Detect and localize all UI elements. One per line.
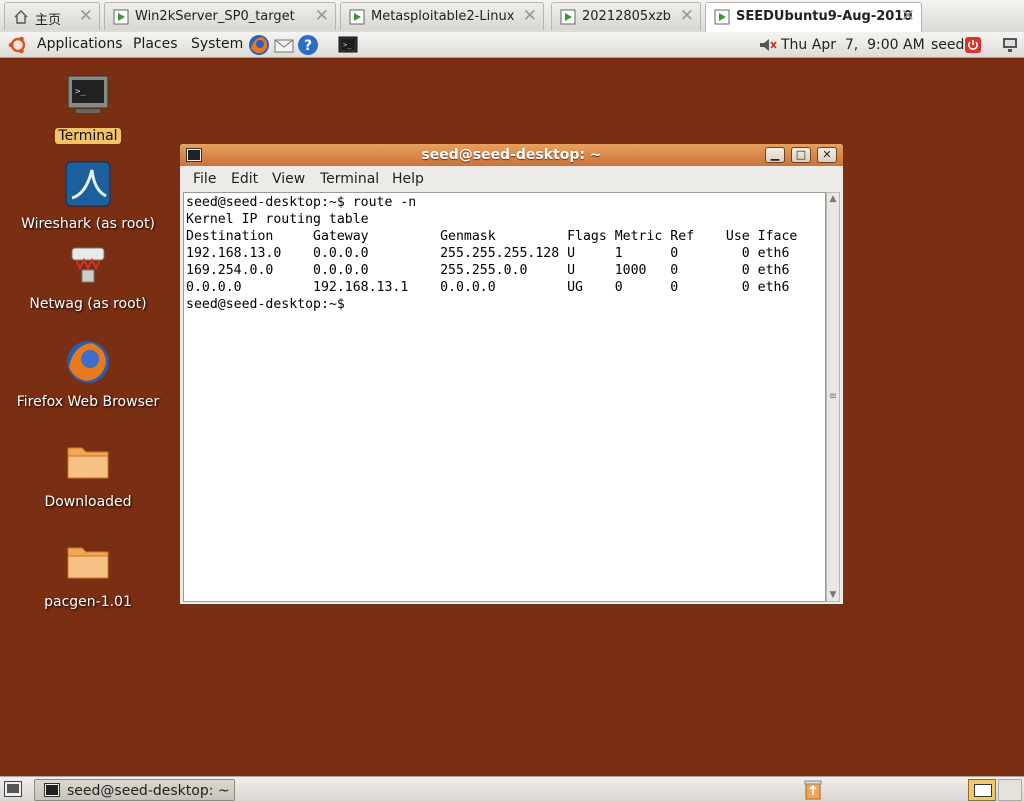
vm-icon [560,9,576,25]
terminal-line: 0.0.0.0 192.168.13.1 0.0.0.0 UG 0 0 0 et… [186,280,790,295]
terminal-icon [44,783,60,797]
scroll-down-arrow-icon[interactable]: ▼ [827,590,839,600]
window-menubar: File Edit View Terminal Help [180,166,843,191]
desktop-icon-label: Firefox Web Browser [16,394,160,410]
panel-user-name[interactable]: seed [931,37,964,53]
menu-system[interactable]: System [191,36,243,52]
vm-icon [113,9,129,25]
close-button[interactable]: ✕ [817,147,837,163]
desktop-icon-firefox[interactable]: Firefox Web Browser [13,338,163,410]
speaker-muted-icon[interactable] [759,38,777,52]
scroll-thumb-grip-icon[interactable]: ≡ [827,391,839,402]
vm-tab-bar: 主页 ✕ Win2kServer_SP0_target ✕ Metasploit… [0,0,1024,33]
menu-view[interactable]: View [272,171,305,187]
close-tab-icon[interactable]: ✕ [901,6,915,26]
vm-tab-label: SEEDUbuntu9-Aug-2010 [736,9,913,24]
menu-file[interactable]: File [193,171,216,187]
close-tab-icon[interactable]: ✕ [680,6,694,26]
terminal-line: Destination Gateway Genmask Flags Metric… [186,229,798,244]
terminal-line: 192.168.13.0 0.0.0.0 255.255.255.128 U 1… [186,246,790,261]
home-icon [14,10,28,24]
show-desktop-icon[interactable] [4,781,22,797]
vm-tab-label: 主页 [35,13,62,28]
menu-applications[interactable]: Applications [37,36,123,52]
desktop-icon-pacgen[interactable]: pacgen-1.01 [13,538,163,610]
bottom-panel: seed@seed-desktop: ~ [0,776,1024,802]
network-icon[interactable] [1001,36,1021,54]
vm-icon [349,9,365,25]
vm-tab-label: Win2kServer_SP0_target [135,9,295,24]
vm-tab-label: 20212805xzb [582,9,671,24]
help-launcher-icon[interactable]: ? [297,34,319,56]
wireshark-icon [65,161,111,207]
minimize-button[interactable]: ▁ [765,147,785,163]
desktop-icon-terminal[interactable]: >_ Terminal [13,72,163,144]
desktop-icon-label: Downloaded [44,494,132,510]
folder-icon [67,547,109,579]
desktop-icon-label: Wireshark (as root) [21,216,155,232]
shutdown-icon[interactable] [965,37,981,53]
vm-tab-label: Metasploitable2-Linux [371,9,515,24]
menu-terminal[interactable]: Terminal [320,171,379,187]
terminal-line: 169.254.0.0 0.0.0.0 255.255.0.0 U 1000 0… [186,263,790,278]
svg-text:>_: >_ [343,41,352,49]
taskbar-terminal-button[interactable]: seed@seed-desktop: ~ [34,779,235,801]
terminal-line: seed@seed-desktop:~$ [186,297,353,312]
workspace-1[interactable] [968,779,996,801]
vm-tab-seedubuntu[interactable]: SEEDUbuntu9-Aug-2010 ✕ [705,2,922,32]
netwag-icon [71,247,105,283]
terminal-window: seed@seed-desktop: ~ ▁ □ ✕ File Edit Vie… [179,143,844,605]
vm-tab-20212805xzb[interactable]: 20212805xzb ✕ [551,2,701,30]
folder-icon [67,447,109,479]
firefox-icon [67,341,109,383]
maximize-button[interactable]: □ [791,147,811,163]
desktop-icon-downloaded[interactable]: Downloaded [13,438,163,510]
terminal-line: seed@seed-desktop:~$ route -n [186,195,417,210]
close-tab-icon[interactable]: ✕ [315,6,329,26]
terminal-launcher-icon[interactable]: >_ [337,34,359,56]
svg-text:?: ? [304,38,312,54]
close-tab-icon[interactable]: ✕ [79,6,93,26]
taskbar-button-label: seed@seed-desktop: ~ [67,783,230,799]
scroll-up-arrow-icon[interactable]: ▲ [827,194,839,204]
window-titlebar[interactable]: seed@seed-desktop: ~ ▁ □ ✕ [180,144,843,166]
terminal-line: Kernel IP routing table [186,212,369,227]
menu-help[interactable]: Help [392,171,424,187]
workspace-2[interactable] [998,779,1022,801]
terminal-scrollbar[interactable]: ▲ ≡ ▼ [826,192,840,602]
close-tab-icon[interactable]: ✕ [523,6,537,26]
window-title: seed@seed-desktop: ~ [421,147,602,163]
vm-tab-win2kserver[interactable]: Win2kServer_SP0_target ✕ [104,2,336,30]
terminal-icon: >_ [67,75,109,113]
vm-tab-metasploitable[interactable]: Metasploitable2-Linux ✕ [340,2,544,30]
menu-places[interactable]: Places [133,36,178,52]
menu-edit[interactable]: Edit [231,171,258,187]
desktop-icon-label: Netwag (as root) [29,296,147,312]
terminal-output[interactable]: seed@seed-desktop:~$ route -n Kernel IP … [183,192,826,602]
vm-icon [714,9,730,25]
firefox-launcher-icon[interactable] [248,34,270,56]
desktop-icon-label: pacgen-1.01 [44,594,132,610]
mail-launcher-icon[interactable] [273,34,295,56]
svg-text:>_: >_ [75,87,86,97]
terminal-text: seed@seed-desktop:~$ route -n Kernel IP … [186,194,797,313]
trash-icon[interactable] [803,779,823,800]
desktop-icon-wireshark[interactable]: Wireshark (as root) [13,160,163,232]
vm-tab-home[interactable]: 主页 ✕ [4,2,100,30]
desktop-icon-label: Terminal [55,128,121,144]
desktop-icon-netwag[interactable]: Netwag (as root) [13,240,163,312]
panel-clock[interactable]: Thu Apr 7, 9:00 AM [781,37,925,53]
top-panel: Applications Places System ? >_ Thu Apr … [0,32,1024,58]
ubuntu-logo-icon [8,36,26,54]
